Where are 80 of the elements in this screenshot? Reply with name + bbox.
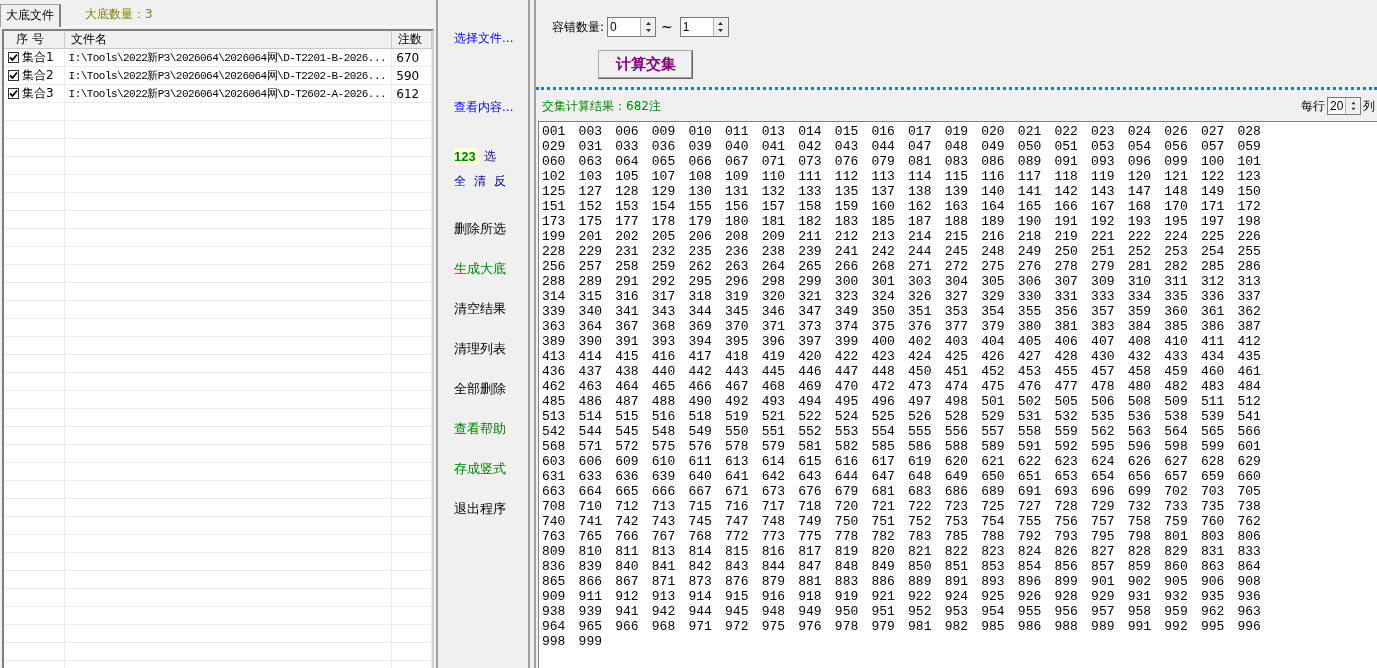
tab[interactable]: 大底文件	[0, 4, 61, 27]
tolerance-label: 容错数量:	[552, 18, 605, 36]
result-text-area[interactable]	[538, 121, 1377, 668]
action-link[interactable]: 清理列表	[454, 340, 506, 358]
result-line: 363 364 367 368 369 370 371 373 374 375 376 377 379 380 381 383 384 385 386 387	[542, 319, 1261, 334]
spin-field[interactable]: 20	[1327, 97, 1361, 115]
result-line: 314 315 316 317 318 319 320 321 323 324 326 327 329 330 331 333 334 335 336 337	[542, 289, 1261, 304]
result-line: 708 710 712 713 715 716 717 718 720 721 722 723 725 727 728 729 732 733 735 738	[542, 499, 1261, 514]
number-badge[interactable]: 123	[454, 148, 479, 165]
select-link[interactable]: 全	[454, 173, 466, 190]
checkbox[interactable]	[8, 88, 19, 99]
result-line: 998 999	[542, 634, 602, 649]
result-line: 809 810 811 813 814 815 816 817 819 820 821 822 823 824 826 827 828 829 831 833	[542, 544, 1261, 559]
result-line: 964 965 966 968 971 972 975 976 978 979 981 982 985 986 988 989 991 992 995 996	[542, 619, 1261, 634]
column-header[interactable]: 注数	[392, 31, 432, 48]
result-line: 060 063 064 065 066 067 071 073 076 079 081 083 086 089 091 093 096 099 100 101	[542, 154, 1261, 169]
spin-arrows-icon[interactable]	[717, 20, 725, 34]
result-line: 125 127 128 129 130 131 132 133 135 137 138 139 140 141 142 143 147 148 149 150	[542, 184, 1261, 199]
result-line: 485 486 487 488 490 492 493 494 495 496 497 498 501 502 505 506 508 509 511 512	[542, 394, 1261, 409]
compute-button[interactable]: 计算交集	[598, 50, 693, 79]
result-line: 909 911 912 913 914 915 916 918 919 921 922 924 925 926 928 929 931 932 935 936	[542, 589, 1261, 604]
result-line: 631 633 636 639 640 641 642 643 644 647 648 649 650 651 653 654 656 657 659 660	[542, 469, 1261, 484]
bet-count: 612	[396, 86, 420, 101]
result-line: 603 606 609 610 611 613 614 615 616 617 619 620 621 622 623 624 626 627 628 629	[542, 454, 1261, 469]
result-line: 740 741 742 743 745 747 748 749 750 751 752 753 754 755 756 757 758 759 760 762	[542, 514, 1261, 529]
result-line: 256 257 258 259 262 263 264 265 266 268 271 272 275 276 278 279 281 282 285 286	[542, 259, 1261, 274]
spin-arrows-icon[interactable]	[644, 20, 652, 34]
result-line: 836 839 840 841 842 843 844 847 848 849 850 851 853 854 856 857 859 860 863 864	[542, 559, 1261, 574]
result-line: 001 003 006 009 010 011 013 014 015 016 017 019 020 021 022 023 024 026 027 028	[542, 124, 1261, 139]
result-line: 513 514 515 516 518 519 521 522 524 525 526 528 529 531 532 535 536 538 539 541	[542, 409, 1261, 424]
select-link[interactable]: 清	[474, 173, 486, 190]
action-link[interactable]: 全部删除	[454, 380, 506, 398]
range-separator: ~	[661, 19, 673, 35]
column-header[interactable]: 文件名	[64, 31, 393, 48]
bet-count: 670	[396, 50, 420, 65]
set-name: 集合2	[22, 67, 54, 84]
action-link[interactable]: 退出程序	[454, 500, 506, 518]
spin-arrows-icon[interactable]	[1349, 100, 1357, 112]
menu-link[interactable]: 查看内容...	[454, 99, 528, 116]
checkbox[interactable]	[8, 70, 19, 81]
file-path: I:\Tools\2022新P3\2026064\2026064网\D-T2202-B-2026...	[68, 69, 386, 83]
action-link[interactable]: 生成大底	[454, 260, 506, 278]
result-line: 389 390 391 393 394 395 396 397 399 400 402 403 404 405 406 407 408 410 411 412	[542, 334, 1261, 349]
result-line: 339 340 341 343 344 345 346 347 349 350 351 353 354 355 356 357 359 360 361 362	[542, 304, 1261, 319]
action-link[interactable]: 删除所选	[454, 220, 506, 238]
spin-field[interactable]: 1	[679, 17, 729, 37]
result-line: 288 289 291 292 295 296 298 299 300 301 303 304 305 306 307 309 310 311 312 313	[542, 274, 1261, 289]
result-line: 173 175 177 178 179 180 181 182 183 185 187 188 189 190 191 192 193 195 197 198	[542, 214, 1261, 229]
select-link[interactable]: 选	[483, 148, 496, 165]
checkbox[interactable]	[8, 52, 19, 63]
result-line: 542 544 545 548 549 550 551 552 553 554 555 556 557 558 559 562 563 564 565 566	[542, 424, 1261, 439]
action-link[interactable]: 清空结果	[454, 300, 506, 318]
set-name: 集合3	[22, 85, 54, 102]
result-line: 663 664 665 666 667 671 673 676 679 681 683 686 689 691 693 696 699 702 703 705	[542, 484, 1261, 499]
action-link[interactable]: 查看帮助	[454, 420, 506, 438]
menu-link[interactable]: 选择文件...	[454, 30, 528, 47]
column-header[interactable]: 序 号	[4, 31, 65, 48]
result-line: 938 939 941 942 944 945 948 949 950 951 952 953 954 955 956 957 958 959 962 963	[542, 604, 1261, 619]
per-row-unit: 列	[1363, 97, 1375, 115]
file-path: I:\Tools\2022新P3\2026064\2026064网\D-T2201-B-2026...	[68, 51, 386, 65]
set-name: 集合1	[22, 49, 54, 66]
result-line: 865 866 867 871 873 876 879 881 883 886 889 891 893 896 899 901 902 905 906 908	[542, 574, 1261, 589]
result-line: 029 031 033 036 039 040 041 042 043 044 047 048 049 050 051 053 054 056 057 059	[542, 139, 1261, 154]
result-line: 102 103 105 107 108 109 110 111 112 113 114 115 116 117 118 119 120 121 122 123	[542, 169, 1261, 184]
result-line: 763 765 766 767 768 772 773 775 778 782 783 785 788 792 793 795 798 801 803 806	[542, 529, 1261, 544]
result-line: 151 152 153 154 155 156 157 158 159 160 162 163 164 165 166 167 168 170 171 172	[542, 199, 1261, 214]
spin-field[interactable]: 0	[607, 17, 657, 37]
result-line: 199 201 202 205 206 208 209 211 212 213 214 215 216 218 219 221 222 224 225 226	[542, 229, 1261, 244]
base-count: 大底数量：3	[85, 6, 153, 23]
per-row-label: 每行	[1301, 97, 1325, 115]
result-label: 交集计算结果：682注	[542, 97, 661, 115]
file-path: I:\Tools\2022新P3\2026064\2026064网\D-T2602-A-2026...	[68, 87, 386, 101]
result-line: 436 437 438 440 442 443 445 446 447 448 450 451 452 453 455 457 458 459 460 461	[542, 364, 1261, 379]
result-line: 413 414 415 416 417 418 419 420 422 423 424 425 426 427 428 430 432 433 434 435	[542, 349, 1261, 364]
bet-count: 590	[396, 68, 420, 83]
result-line: 228 229 231 232 235 236 238 239 241 242 244 245 248 249 250 251 252 253 254 255	[542, 244, 1261, 259]
result-line: 568 571 572 575 576 578 579 581 582 585 586 588 589 591 592 595 596 598 599 601	[542, 439, 1261, 454]
result-line: 462 463 464 465 466 467 468 469 470 472 473 474 475 476 477 478 480 482 483 484	[542, 379, 1261, 394]
action-link[interactable]: 存成竖式	[454, 460, 506, 478]
select-link[interactable]: 反	[494, 173, 506, 190]
